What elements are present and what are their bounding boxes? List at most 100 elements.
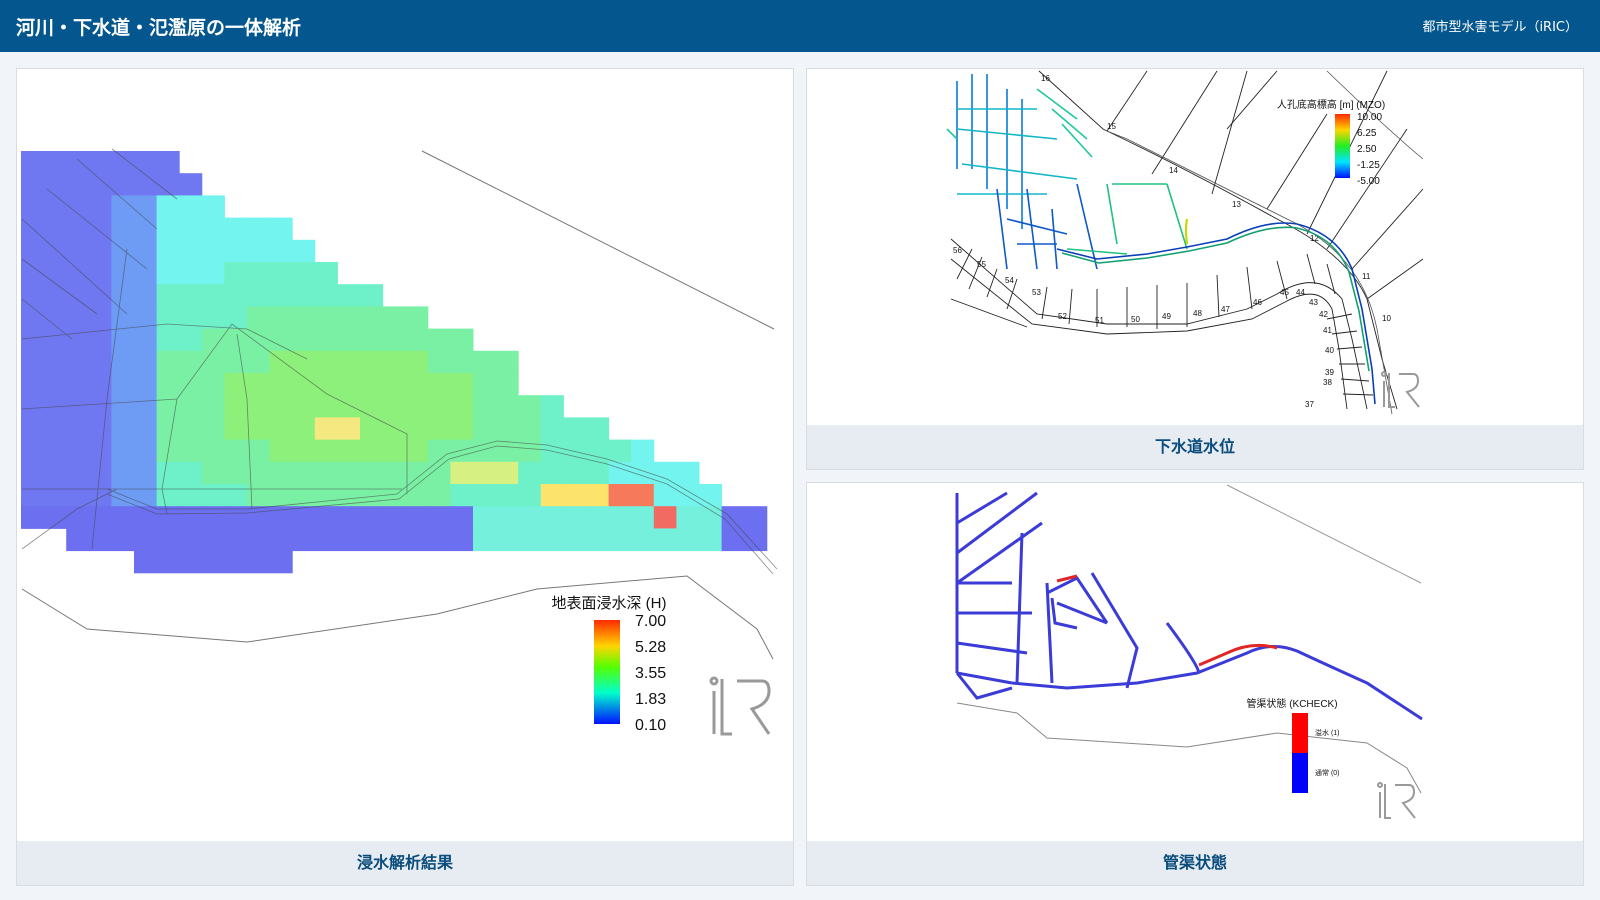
flood-grid-cell (382, 506, 406, 529)
sewer-map-view[interactable]: 16 15 14 13 12 11 10 56 55 54 53 52 51 5… (807, 69, 1583, 425)
flood-grid-cell (631, 528, 655, 552)
flood-grid-cell (360, 506, 384, 529)
flood-grid-cell (88, 417, 112, 441)
flood-grid-cell (608, 461, 632, 485)
flood-grid-cell (224, 461, 248, 485)
section-label: 43 (1309, 298, 1318, 307)
flood-grid-cell (224, 506, 248, 529)
flood-grid-cell (156, 395, 180, 418)
flood-depth-map[interactable]: 地表面浸水深 (H) 7.00 5.28 3.55 1.83 0.10 (17, 69, 793, 841)
flood-grid-cell (66, 151, 90, 174)
flood-grid-cell (21, 173, 45, 196)
flood-grid-cell (608, 484, 632, 507)
section-label: 56 (953, 246, 962, 255)
flood-grid-cell (540, 506, 564, 529)
section-label: 47 (1221, 305, 1230, 314)
flood-grid-cell (247, 395, 271, 418)
flood-grid-cell (450, 373, 474, 396)
sewer-legend-title: 人孔底高標高 [m] (MZO) (1277, 98, 1385, 111)
flood-grid-cell (473, 506, 497, 529)
flood-grid-cell (314, 328, 338, 352)
flood-grid-cell (134, 417, 158, 441)
flood-grid-cell (473, 350, 497, 374)
section-label: 46 (1253, 298, 1262, 307)
sewer-level-map[interactable]: 16 15 14 13 12 11 10 56 55 54 53 52 51 5… (807, 69, 1583, 425)
flood-grid-cell (179, 550, 203, 574)
flood-grid-cell (156, 461, 180, 485)
flood-grid-cell (66, 373, 90, 396)
flood-map-view[interactable]: 地表面浸水深 (H) 7.00 5.28 3.55 1.83 0.10 (17, 69, 793, 841)
flood-grid-cell (201, 461, 225, 485)
flood-grid-cell (21, 239, 45, 263)
flood-grid-cell (337, 284, 361, 307)
flood-grid-cell (134, 195, 158, 219)
flood-grid-cell (66, 350, 90, 374)
flood-grid-cell (269, 439, 293, 463)
flood-grid-cell (156, 506, 180, 529)
pipe-legend-item: 溢水 (1) (1315, 728, 1340, 737)
section-label: 10 (1382, 314, 1391, 323)
flood-grid-cell (450, 484, 474, 507)
flood-grid-cell (179, 373, 203, 396)
section-label: 38 (1323, 378, 1332, 387)
pipe-status-panel[interactable]: 管渠状態 (KCHECK) 溢水 (1) 通常 (0) 管渠状態 (806, 482, 1584, 886)
flood-grid-cell (134, 328, 158, 352)
flood-grid-cell (156, 151, 180, 174)
flood-grid-cell (201, 328, 225, 352)
flood-grid-cell (88, 284, 112, 307)
flood-grid-cell (179, 262, 203, 285)
flood-grid-cell (337, 395, 361, 418)
flood-grid-cell (337, 350, 361, 374)
flood-grid-cell (631, 439, 655, 463)
flood-grid-cell (427, 328, 451, 352)
flood-grid-cell (224, 484, 248, 507)
flood-grid-cell (247, 239, 271, 263)
flood-grid-cell (88, 439, 112, 463)
pipe-legend-overflow-swatch (1292, 713, 1308, 753)
flood-grid-cell (405, 417, 429, 441)
flood-grid-cell (676, 528, 700, 552)
flood-grid-cell (247, 550, 271, 574)
flood-grid-cell (88, 217, 112, 241)
flood-grid-cell (676, 506, 700, 529)
flood-grid-cell (450, 439, 474, 463)
flood-grid-cell (518, 506, 542, 529)
flood-grid-cell (563, 417, 587, 441)
flood-grid-cell (540, 484, 564, 507)
flood-grid-cell (540, 395, 564, 418)
flood-result-caption: 浸水解析結果 (17, 841, 793, 885)
flood-grid-cell (179, 239, 203, 263)
iric-logo-icon (709, 676, 771, 736)
flood-grid-cell (66, 217, 90, 241)
flood-grid-cell (473, 484, 497, 507)
flood-grid-cell (495, 395, 519, 418)
flood-grid-cell (382, 373, 406, 396)
flood-grid-cell (156, 284, 180, 307)
pipe-map-view[interactable]: 管渠状態 (KCHECK) 溢水 (1) 通常 (0) (807, 483, 1583, 841)
flood-grid-cell (111, 395, 135, 418)
flood-grid-cell (405, 350, 429, 374)
flood-grid-cell (699, 506, 723, 529)
flood-grid-cell (292, 395, 316, 418)
flood-grid-cell (314, 484, 338, 507)
flood-grid-cell (134, 239, 158, 263)
flood-grid-cell (179, 195, 203, 219)
flood-grid-cell (269, 461, 293, 485)
flood-grid-cell (43, 239, 67, 263)
flood-grid-cell (247, 262, 271, 285)
flood-result-panel[interactable]: 地表面浸水深 (H) 7.00 5.28 3.55 1.83 0.10 浸水解析… (16, 68, 794, 886)
pipe-status-map[interactable]: 管渠状態 (KCHECK) 溢水 (1) 通常 (0) (807, 483, 1583, 841)
flood-grid-cell (405, 461, 429, 485)
sewer-legend-tick: -5.00 (1357, 176, 1380, 187)
flood-grid-cell (66, 395, 90, 418)
sewer-level-panel[interactable]: 16 15 14 13 12 11 10 56 55 54 53 52 51 5… (806, 68, 1584, 470)
flood-grid-cell (88, 195, 112, 219)
pipe-legend-item: 通常 (0) (1315, 768, 1340, 777)
flood-grid-cell (179, 439, 203, 463)
sewer-legend-colorbar (1335, 114, 1350, 178)
flood-grid-cell (450, 528, 474, 552)
flood-grid-cell (540, 417, 564, 441)
flood-grid-cell (427, 439, 451, 463)
flood-grid-cell (134, 439, 158, 463)
flood-grid-cell (563, 506, 587, 529)
